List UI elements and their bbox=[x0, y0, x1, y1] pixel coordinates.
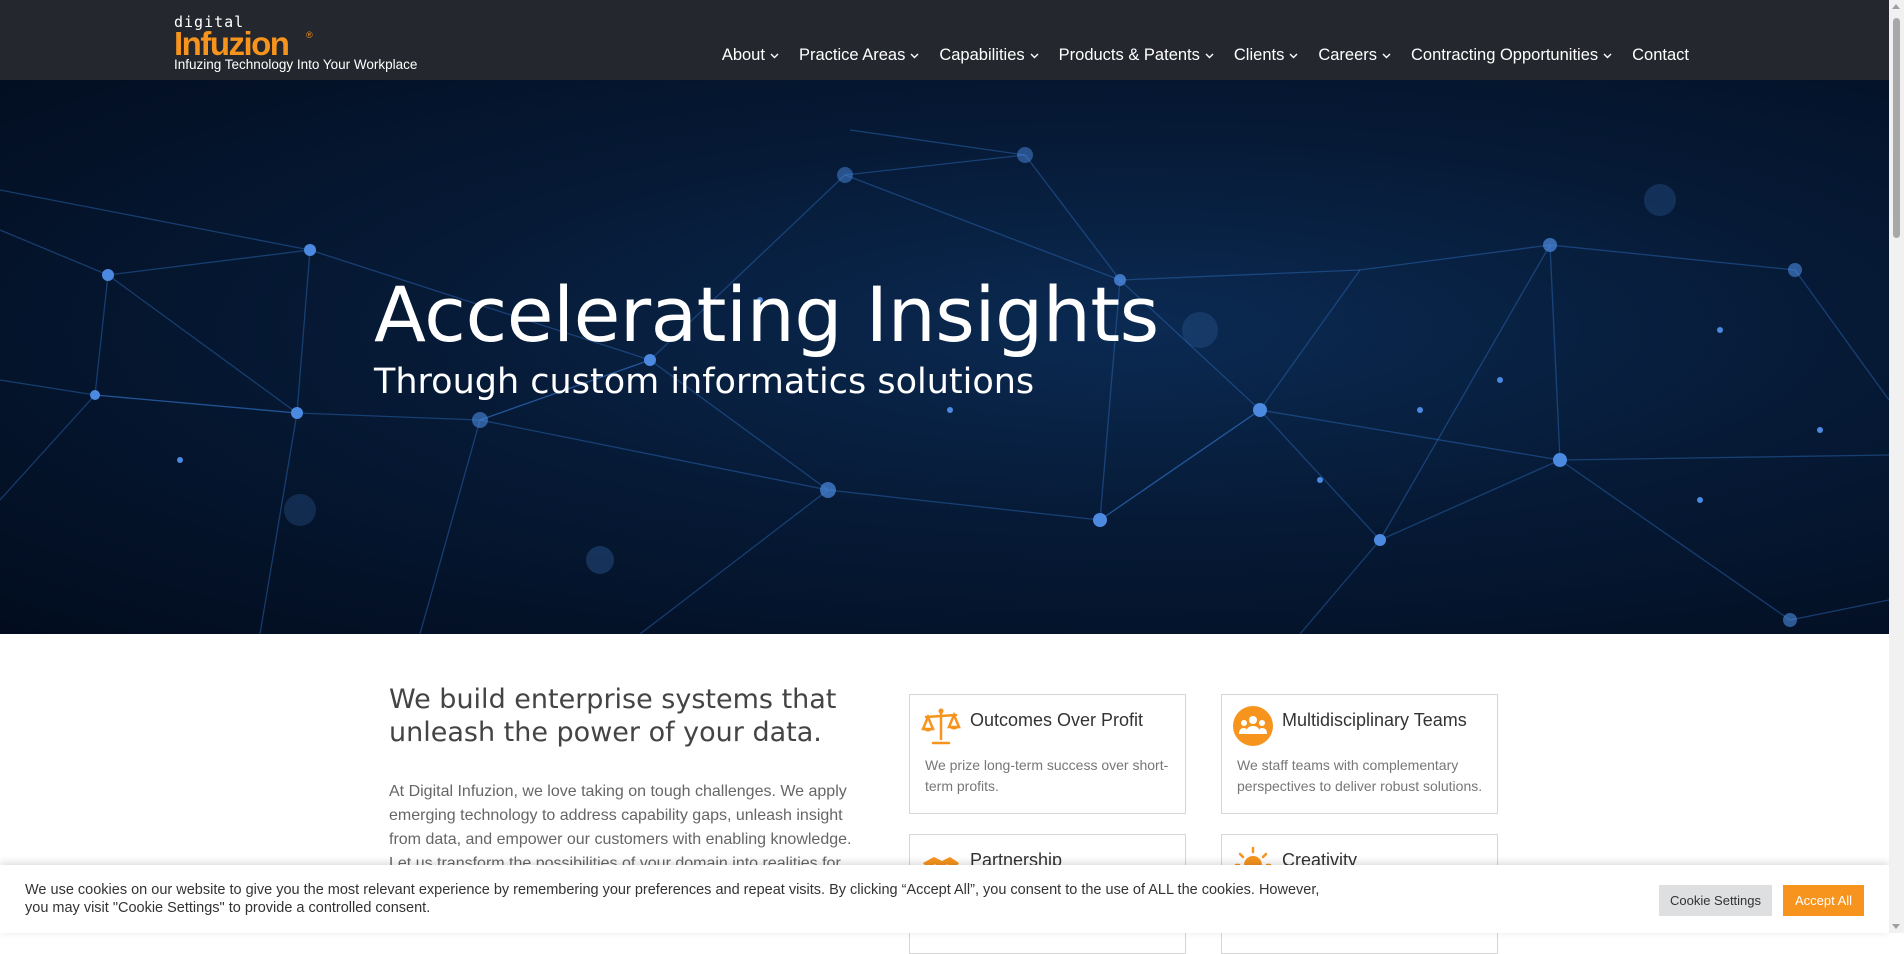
hero-subtitle: Through custom informatics solutions bbox=[374, 362, 1035, 402]
nav-item-products-patents[interactable]: Products & Patents bbox=[1049, 46, 1224, 65]
value-card-multidisciplinary-teams: Multidisciplinary Teams We staff teams w… bbox=[1221, 694, 1498, 814]
hero-banner: Accelerating Insights Through custom inf… bbox=[0, 80, 1889, 634]
logo-tagline: Infuzing Technology Into Your Workplace bbox=[174, 57, 418, 72]
card-description: We prize long-term success over short-te… bbox=[925, 757, 1169, 794]
chevron-down-icon bbox=[1603, 53, 1612, 58]
chevron-down-icon bbox=[770, 53, 779, 58]
chevron-down-icon bbox=[1030, 53, 1039, 58]
scale-icon bbox=[921, 708, 961, 745]
site-header: digital Infuzion ® Infuzing Technology I… bbox=[0, 0, 1889, 80]
scrollbar-thumb[interactable] bbox=[1893, 18, 1900, 238]
nav-item-contracting-opportunities[interactable]: Contracting Opportunities bbox=[1401, 46, 1622, 65]
accept-all-button[interactable]: Accept All bbox=[1783, 885, 1864, 916]
main-nav: About Practice Areas Capabilities Produc… bbox=[712, 46, 1699, 65]
nav-item-about[interactable]: About bbox=[712, 46, 789, 65]
team-icon bbox=[1233, 706, 1273, 746]
nav-label: Capabilities bbox=[939, 46, 1025, 64]
chevron-down-icon bbox=[910, 53, 919, 58]
cookie-consent-text: We use cookies on our website to give yo… bbox=[25, 882, 1320, 916]
nav-item-clients[interactable]: Clients bbox=[1224, 46, 1308, 65]
nav-item-contact[interactable]: Contact bbox=[1622, 46, 1699, 65]
chevron-down-icon bbox=[1289, 53, 1298, 58]
cookie-settings-button[interactable]: Cookie Settings bbox=[1659, 885, 1772, 916]
nav-label: Clients bbox=[1233, 46, 1285, 64]
intro-heading: We build enterprise systems that unleash… bbox=[389, 684, 837, 748]
value-card-outcomes-over-profit: Outcomes Over Profit We prize long-term … bbox=[909, 694, 1186, 814]
card-description: We staff teams with complementary perspe… bbox=[1237, 757, 1483, 794]
logo-registered-mark: ® bbox=[306, 30, 313, 40]
nav-item-careers[interactable]: Careers bbox=[1308, 46, 1401, 65]
cookie-consent-bar: We use cookies on our website to give yo… bbox=[0, 865, 1889, 933]
nav-label: Contact bbox=[1632, 46, 1689, 64]
card-title: Outcomes Over Profit bbox=[970, 710, 1144, 730]
nav-item-practice-areas[interactable]: Practice Areas bbox=[789, 46, 929, 65]
nav-label: About bbox=[721, 46, 765, 64]
intro-paragraph: At Digital Infuzion, we love taking on t… bbox=[389, 783, 852, 872]
nav-label: Contracting Opportunities bbox=[1411, 46, 1599, 64]
nav-label: Products & Patents bbox=[1058, 46, 1200, 64]
hero-title: Accelerating Insights bbox=[374, 270, 1159, 359]
scroll-up-arrow-icon[interactable] bbox=[1892, 4, 1900, 9]
page-scrollbar[interactable] bbox=[1889, 0, 1904, 933]
site-logo[interactable]: digital Infuzion ® Infuzing Technology I… bbox=[174, 12, 434, 74]
chevron-down-icon bbox=[1205, 53, 1214, 58]
nav-item-capabilities[interactable]: Capabilities bbox=[929, 46, 1048, 65]
card-title: Multidisciplinary Teams bbox=[1282, 710, 1467, 730]
chevron-down-icon bbox=[1382, 53, 1391, 58]
nav-label: Practice Areas bbox=[798, 46, 906, 64]
scroll-down-arrow-icon[interactable] bbox=[1892, 924, 1900, 929]
nav-label: Careers bbox=[1318, 46, 1378, 64]
